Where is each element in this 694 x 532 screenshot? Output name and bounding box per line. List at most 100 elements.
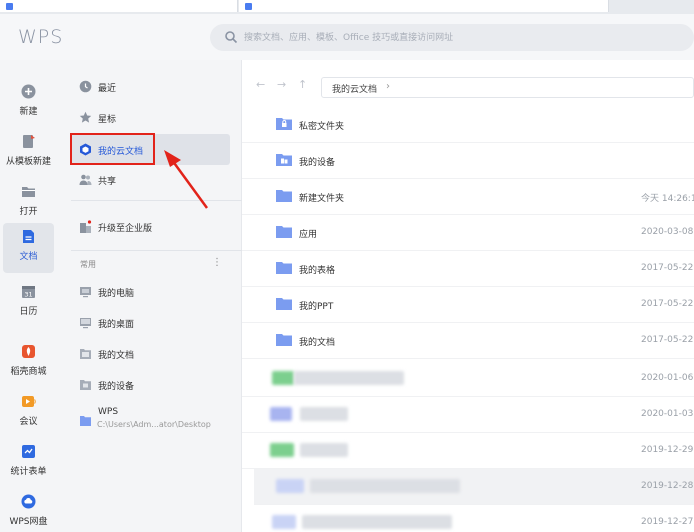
- sidebar-item-docer-store[interactable]: 稻壳商城: [0, 338, 57, 388]
- sidebar-item-documents[interactable]: 文档: [3, 223, 54, 273]
- sidebar-item-label: 文档: [19, 252, 38, 262]
- window-tab-strip: [0, 0, 694, 14]
- header-bar: WPS: [0, 14, 694, 60]
- back-button[interactable]: ←: [256, 78, 265, 91]
- sidebar-item-open[interactable]: 打开: [0, 178, 57, 228]
- common-item-my-desktop[interactable]: 我的桌面: [71, 309, 231, 337]
- tab-icon: [6, 3, 13, 10]
- calendar-icon: 31: [22, 286, 35, 299]
- file-name: 我的表格: [299, 266, 336, 276]
- common-item-my-documents[interactable]: 我的文档: [71, 340, 231, 368]
- cloud-drive-icon: [21, 494, 36, 509]
- table-row[interactable]: 我的文档 2017-05-22: [242, 323, 694, 359]
- file-name: 应用: [299, 230, 318, 240]
- star-icon: [79, 111, 92, 123]
- breadcrumb[interactable]: 我的云文档 ›: [321, 77, 694, 98]
- blurred-file-name: [310, 479, 460, 493]
- sidebar-item-new-from-template[interactable]: 从模板新建: [0, 128, 57, 178]
- common-locations: 我的电脑 我的桌面 我的文档 我的设备 WPS: [57, 278, 242, 438]
- folder-icon: [276, 262, 292, 274]
- file-name: 私密文件夹: [299, 122, 345, 132]
- common-item-my-devices[interactable]: 我的设备: [71, 371, 231, 399]
- lock-folder-icon: [276, 118, 292, 130]
- sidebar-item-wps-drive[interactable]: WPS网盘: [0, 488, 57, 532]
- search-box[interactable]: [210, 24, 694, 51]
- breadcrumb-label: 我的云文档: [332, 85, 378, 95]
- file-date: 2019-12-29: [641, 445, 694, 455]
- upgrade-label: 升级至企业版: [98, 224, 153, 234]
- sidebar-item-label: 稻壳商城: [10, 367, 47, 377]
- search-icon: [225, 31, 238, 44]
- wps-folder-path: C:\Users\Adm...ator\Desktop: [97, 420, 211, 429]
- file-name: 我的设备: [299, 158, 336, 168]
- search-input[interactable]: [244, 27, 664, 48]
- table-row[interactable]: 2019-12-27: [242, 505, 694, 532]
- annotation-highlight-box: [70, 133, 155, 165]
- upgrade-enterprise-link[interactable]: 升级至企业版: [71, 213, 231, 241]
- sidebar-item-label: 打开: [19, 207, 38, 217]
- blurred-file-name: [302, 515, 452, 529]
- blurred-file-name: [300, 443, 348, 457]
- table-row[interactable]: 我的设备: [242, 143, 694, 179]
- sidebar-item-label: 新建: [19, 107, 38, 117]
- sidebar-item-new[interactable]: 新建: [0, 78, 57, 128]
- table-row[interactable]: 2019-12-29: [242, 433, 694, 469]
- people-icon: [79, 174, 92, 185]
- file-date: 2019-12-28: [641, 481, 694, 491]
- computer-icon: [80, 287, 91, 298]
- svg-text:31: 31: [24, 291, 32, 299]
- nav-item-label: 最近: [98, 84, 117, 94]
- file-date: 2019-12-27: [641, 517, 694, 527]
- file-name: 我的PPT: [299, 302, 334, 312]
- up-button[interactable]: ↑: [298, 78, 307, 91]
- nav-item-recent[interactable]: 最近: [71, 73, 231, 101]
- common-item-label: 我的电脑: [98, 289, 135, 299]
- table-row[interactable]: 我的表格 2017-05-22: [242, 251, 694, 287]
- desktop-icon: [80, 318, 91, 329]
- common-item-my-computer[interactable]: 我的电脑: [71, 278, 231, 306]
- sidebar-item-label: 从模板新建: [5, 157, 51, 167]
- sidebar-item-forms[interactable]: 统计表单: [0, 438, 57, 488]
- chevron-right-icon: ›: [386, 81, 390, 92]
- documents-folder-icon: [80, 349, 91, 359]
- sidebar-item-meeting[interactable]: 会议: [0, 388, 57, 438]
- template-icon: [23, 135, 35, 148]
- table-row[interactable]: 我的PPT 2017-05-22: [242, 287, 694, 323]
- table-row[interactable]: 应用 2020-03-08: [242, 215, 694, 251]
- folder-icon: [276, 334, 292, 346]
- file-date: 2017-05-22: [641, 263, 694, 273]
- document-icon: [23, 230, 34, 243]
- file-date: 2017-05-22: [641, 299, 694, 309]
- window-tab[interactable]: [0, 0, 238, 12]
- wps-logo: WPS: [18, 26, 64, 48]
- plus-circle-icon: [21, 84, 36, 99]
- nav-item-starred[interactable]: 星标: [71, 104, 231, 132]
- file-list-panel: ← → ↑ 我的云文档 › 私密文件夹 我的设备 新建文件夹 今天 14:26:…: [242, 60, 694, 532]
- file-icon: [272, 515, 296, 529]
- forward-button[interactable]: →: [277, 78, 286, 91]
- common-more-icon[interactable]: ⋮: [212, 257, 222, 268]
- file-name: 新建文件夹: [299, 194, 345, 204]
- file-date: 2020-01-03: [641, 409, 694, 419]
- file-date: 今天 14:26:1: [641, 194, 694, 204]
- common-item-label: 我的桌面: [98, 320, 135, 330]
- table-row[interactable]: 2020-01-06: [242, 361, 694, 397]
- table-row[interactable]: 2019-12-28: [254, 469, 694, 505]
- spreadsheet-file-icon: [272, 371, 294, 385]
- file-date: 2017-05-22: [641, 335, 694, 345]
- nav-item-label: 共享: [98, 177, 117, 187]
- enterprise-icon: [80, 220, 92, 233]
- table-row[interactable]: 新建文件夹 今天 14:26:1: [242, 179, 694, 215]
- common-item-label: 我的文档: [98, 351, 135, 361]
- device-folder-icon: [276, 154, 292, 166]
- app-sidebar: 新建 从模板新建 打开 文档 31 日历 稻壳商城 会议 统计表单 WPS网盘: [0, 60, 57, 532]
- table-row[interactable]: 私密文件夹: [242, 107, 694, 143]
- window-tab[interactable]: [239, 0, 609, 12]
- sidebar-item-calendar[interactable]: 31 日历: [0, 278, 57, 328]
- spreadsheet-file-icon: [270, 443, 294, 457]
- common-item-wps-folder[interactable]: WPS: [71, 402, 231, 436]
- nav-item-shared[interactable]: 共享: [71, 166, 231, 194]
- sidebar-item-label: 统计表单: [10, 467, 47, 477]
- sidebar-item-label: 日历: [19, 307, 38, 317]
- table-row[interactable]: 2020-01-03: [242, 397, 694, 433]
